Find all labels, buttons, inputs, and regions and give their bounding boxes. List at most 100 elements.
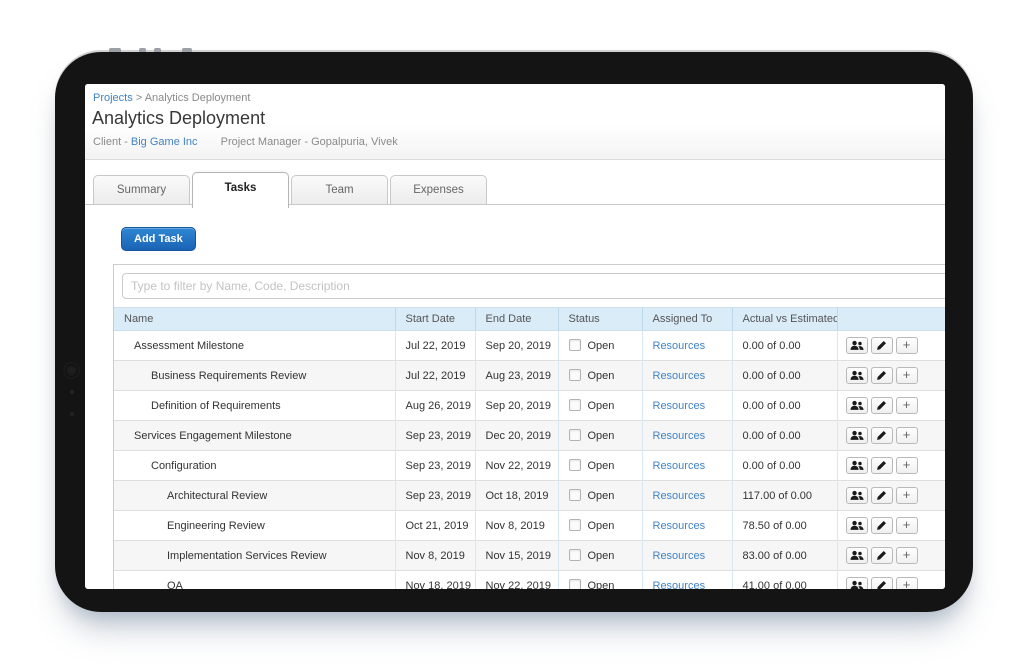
status-checkbox[interactable] xyxy=(569,549,581,561)
assign-people-button[interactable] xyxy=(846,457,868,474)
resources-link[interactable]: Resources xyxy=(653,370,706,382)
edit-task-button[interactable] xyxy=(871,457,893,474)
resources-link[interactable]: Resources xyxy=(653,340,706,352)
status-checkbox[interactable] xyxy=(569,459,581,471)
edit-task-button[interactable] xyxy=(871,367,893,384)
status-label: Open xyxy=(588,400,615,412)
task-status-cell: Open xyxy=(558,541,642,571)
edit-task-button[interactable] xyxy=(871,397,893,414)
plus-icon: + xyxy=(903,398,911,411)
task-status-cell: Open xyxy=(558,361,642,391)
tablet-frame: Projects > Analytics Deployment Analytic… xyxy=(55,52,973,612)
task-assigned-cell: Resources xyxy=(642,451,732,481)
resources-link[interactable]: Resources xyxy=(653,580,706,589)
edit-task-button[interactable] xyxy=(871,427,893,444)
edit-task-button[interactable] xyxy=(871,337,893,354)
tab-tasks[interactable]: Tasks xyxy=(192,172,289,208)
table-header-row: Name Start Date End Date Status Assigned… xyxy=(114,308,945,331)
task-actions-cell: + xyxy=(837,421,945,451)
task-name: Engineering Review xyxy=(114,511,395,541)
resources-link[interactable]: Resources xyxy=(653,460,706,472)
assign-people-button[interactable] xyxy=(846,517,868,534)
add-subtask-button[interactable]: + xyxy=(896,547,918,564)
table-row: Services Engagement Milestone Sep 23, 20… xyxy=(114,421,945,451)
status-checkbox[interactable] xyxy=(569,429,581,441)
assign-people-button[interactable] xyxy=(846,487,868,504)
add-subtask-button[interactable]: + xyxy=(896,427,918,444)
status-checkbox[interactable] xyxy=(569,489,581,501)
edit-task-button[interactable] xyxy=(871,487,893,504)
filter-input[interactable] xyxy=(122,273,945,299)
client-label: Client - xyxy=(93,136,128,148)
add-subtask-button[interactable]: + xyxy=(896,397,918,414)
pencil-icon xyxy=(876,370,887,381)
tab-summary[interactable]: Summary xyxy=(93,175,190,204)
assign-people-button[interactable] xyxy=(846,577,868,589)
resources-link[interactable]: Resources xyxy=(653,430,706,442)
status-checkbox[interactable] xyxy=(569,399,581,411)
tab-expenses[interactable]: Expenses xyxy=(390,175,487,204)
resources-link[interactable]: Resources xyxy=(653,550,706,562)
people-icon xyxy=(850,550,864,561)
add-subtask-button[interactable]: + xyxy=(896,457,918,474)
task-assigned-cell: Resources xyxy=(642,361,732,391)
task-end-date: Aug 23, 2019 xyxy=(475,361,558,391)
plus-icon: + xyxy=(903,578,911,589)
task-actions-cell: + xyxy=(837,511,945,541)
people-icon xyxy=(850,460,864,471)
edit-task-button[interactable] xyxy=(871,547,893,564)
people-icon xyxy=(850,340,864,351)
task-actions-cell: + xyxy=(837,481,945,511)
task-name: Services Engagement Milestone xyxy=(114,421,395,451)
edit-task-button[interactable] xyxy=(871,577,893,589)
plus-icon: + xyxy=(903,488,911,501)
breadcrumb-separator: > xyxy=(136,92,142,104)
add-subtask-button[interactable]: + xyxy=(896,577,918,589)
add-task-button[interactable]: Add Task xyxy=(121,227,196,251)
breadcrumb-projects-link[interactable]: Projects xyxy=(93,92,133,104)
col-actions xyxy=(837,308,945,331)
add-subtask-button[interactable]: + xyxy=(896,367,918,384)
task-actual-vs-estimated: 0.00 of 0.00 xyxy=(732,421,837,451)
add-subtask-button[interactable]: + xyxy=(896,337,918,354)
tab-team[interactable]: Team xyxy=(291,175,388,204)
status-checkbox[interactable] xyxy=(569,339,581,351)
tab-bar: Summary Tasks Team Expenses xyxy=(85,160,945,205)
edit-task-button[interactable] xyxy=(871,517,893,534)
assign-people-button[interactable] xyxy=(846,337,868,354)
task-actions-cell: + xyxy=(837,451,945,481)
task-start-date: Jul 22, 2019 xyxy=(395,361,475,391)
task-end-date: Nov 22, 2019 xyxy=(475,451,558,481)
add-subtask-button[interactable]: + xyxy=(896,487,918,504)
task-actions-cell: + xyxy=(837,331,945,361)
status-checkbox[interactable] xyxy=(569,519,581,531)
pencil-icon xyxy=(876,580,887,589)
assign-people-button[interactable] xyxy=(846,427,868,444)
task-start-date: Sep 23, 2019 xyxy=(395,481,475,511)
power-button xyxy=(109,48,121,52)
client-link[interactable]: Big Game Inc xyxy=(131,136,198,148)
task-end-date: Oct 18, 2019 xyxy=(475,481,558,511)
add-subtask-button[interactable]: + xyxy=(896,517,918,534)
people-icon xyxy=(850,520,864,531)
resources-link[interactable]: Resources xyxy=(653,520,706,532)
status-checkbox[interactable] xyxy=(569,579,581,589)
assign-people-button[interactable] xyxy=(846,397,868,414)
task-assigned-cell: Resources xyxy=(642,481,732,511)
status-checkbox[interactable] xyxy=(569,369,581,381)
task-name: Configuration xyxy=(114,451,395,481)
status-label: Open xyxy=(588,580,615,589)
page-header: Projects > Analytics Deployment Analytic… xyxy=(85,84,945,160)
status-label: Open xyxy=(588,460,615,472)
task-start-date: Nov 8, 2019 xyxy=(395,541,475,571)
assign-people-button[interactable] xyxy=(846,547,868,564)
assign-people-button[interactable] xyxy=(846,367,868,384)
task-status-cell: Open xyxy=(558,511,642,541)
resources-link[interactable]: Resources xyxy=(653,490,706,502)
proximity-sensor xyxy=(70,412,74,416)
tasks-tab-content: Add Task Name Start Date End Date Status xyxy=(85,205,945,589)
status-label: Open xyxy=(588,370,615,382)
resources-link[interactable]: Resources xyxy=(653,400,706,412)
status-label: Open xyxy=(588,520,615,532)
col-actual-vs-estimated: Actual vs Estimated xyxy=(732,308,837,331)
